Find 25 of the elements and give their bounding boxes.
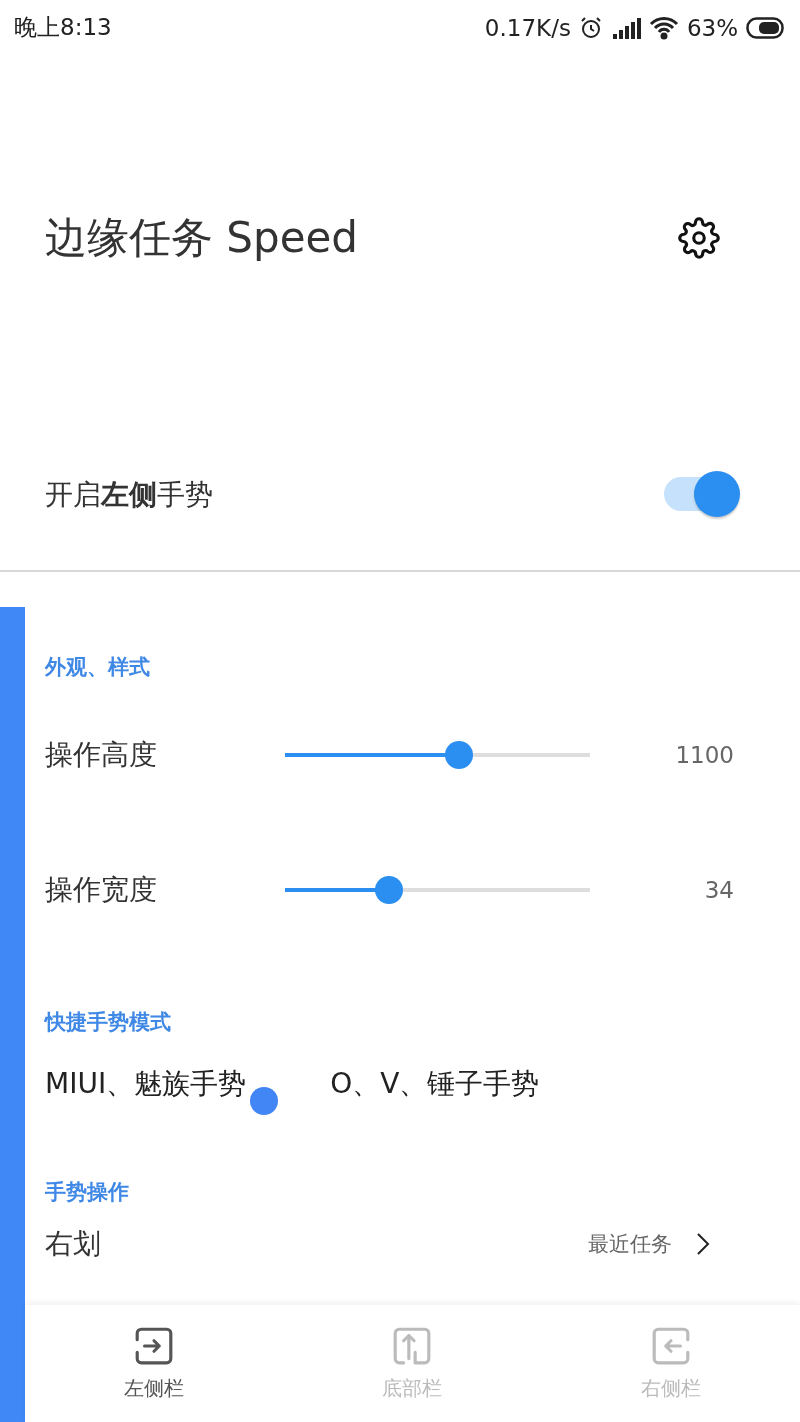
app-title: 边缘任务 Speed bbox=[45, 211, 358, 264]
slider-label: 操作宽度 bbox=[45, 871, 158, 908]
mode-option[interactable]: O、V、锤子手势 bbox=[330, 1065, 574, 1119]
nav-tab[interactable]: 左侧栏 bbox=[25, 1305, 284, 1422]
chevron-right-icon[interactable] bbox=[696, 1232, 710, 1256]
settings-icon[interactable] bbox=[678, 216, 720, 259]
network-speed: 0.17K/s bbox=[484, 14, 571, 41]
toggle-label: 开启左侧手势 bbox=[45, 477, 213, 513]
battery-percent: 63% bbox=[686, 14, 738, 41]
section-heading: 手势操作 bbox=[45, 1179, 130, 1206]
section-heading: 快捷手势模式 bbox=[45, 1009, 172, 1036]
signal-icon bbox=[610, 15, 641, 40]
mode-option[interactable]: MIUI、魅族手势 bbox=[45, 1065, 281, 1119]
action-value: 最近任务 bbox=[588, 1231, 672, 1258]
slider-value: 1100 bbox=[674, 741, 734, 768]
slider-value: 34 bbox=[703, 876, 734, 903]
wifi-icon bbox=[648, 15, 679, 40]
battery-icon bbox=[746, 16, 786, 39]
selection-dot bbox=[250, 1087, 279, 1115]
action-label: 右划 bbox=[45, 1226, 102, 1262]
slider-label: 操作高度 bbox=[45, 736, 158, 773]
slider-thumb[interactable] bbox=[444, 740, 473, 769]
section-heading: 外观、样式 bbox=[45, 654, 151, 681]
status-time: 晚上8:13 bbox=[14, 13, 112, 42]
slider-thumb[interactable] bbox=[374, 875, 403, 904]
